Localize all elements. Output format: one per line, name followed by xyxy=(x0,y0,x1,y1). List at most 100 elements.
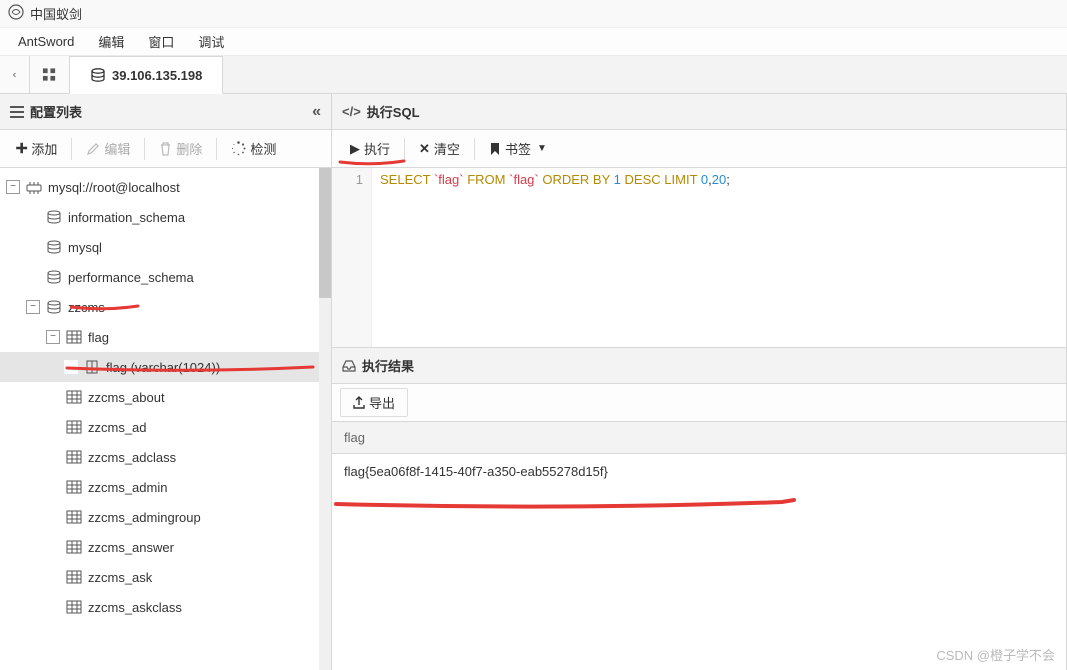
table-zzcms-adclass[interactable]: zzcms_adclass xyxy=(0,442,331,472)
right-pane: </> 执行SQL ▶ 执行 ✕ 清空 书签 ▼ 1 SELECT `flag xyxy=(332,94,1067,670)
database-icon xyxy=(90,68,106,82)
db-label: mysql xyxy=(68,240,102,255)
table-icon xyxy=(64,390,84,404)
table-zzcms-about[interactable]: zzcms_about xyxy=(0,382,331,412)
chevron-down-icon: ▼ xyxy=(537,143,547,154)
sql-header-label: 执行SQL xyxy=(367,102,420,121)
grid-icon xyxy=(42,67,57,83)
sidebar-toolbar: ➕︎ 添加 编辑 删除 检测 xyxy=(0,130,331,168)
db-label: performance_schema xyxy=(68,270,194,285)
menu-antsword[interactable]: AntSword xyxy=(8,31,84,52)
num-twenty: 20 xyxy=(712,172,726,187)
collapse-icon[interactable]: − xyxy=(46,330,60,344)
add-button[interactable]: ➕︎ 添加 xyxy=(6,135,67,162)
result-grid[interactable]: flag flag{5ea06f8f-1415-40f7-a350-eab552… xyxy=(332,422,1066,670)
home-tab[interactable] xyxy=(30,56,70,93)
result-column-header[interactable]: flag xyxy=(332,422,1066,454)
result-header-label: 执行结果 xyxy=(362,356,414,375)
plus-icon: ➕︎ xyxy=(16,140,27,157)
db-mysql[interactable]: mysql xyxy=(0,232,331,262)
menu-debug[interactable]: 调试 xyxy=(188,29,234,54)
menu-bar: AntSword 编辑 窗口 调试 xyxy=(0,28,1067,56)
table-label: zzcms_admingroup xyxy=(88,510,201,525)
delete-button[interactable]: 删除 xyxy=(149,135,212,162)
separator xyxy=(216,138,217,160)
table-icon xyxy=(64,480,84,494)
annotation-underline xyxy=(332,498,802,512)
run-button[interactable]: ▶ 执行 xyxy=(340,135,400,162)
inbox-icon xyxy=(342,360,356,372)
ident-flag-table: `flag` xyxy=(509,172,539,187)
db-label: zzcms xyxy=(68,300,105,315)
table-zzcms-answer[interactable]: zzcms_answer xyxy=(0,532,331,562)
add-label: 添加 xyxy=(31,139,57,158)
sidebar-collapse[interactable]: « xyxy=(312,103,321,121)
bookmark-icon xyxy=(489,142,501,156)
separator xyxy=(404,138,405,160)
db-performance-schema[interactable]: performance_schema xyxy=(0,262,331,292)
table-icon xyxy=(64,570,84,584)
db-information-schema[interactable]: information_schema xyxy=(0,202,331,232)
loading-icon xyxy=(231,141,246,156)
kw-from: FROM xyxy=(467,172,505,187)
table-icon xyxy=(64,420,84,434)
sidebar-header: 配置列表 « xyxy=(0,94,331,130)
kw-limit: LIMIT xyxy=(664,172,697,187)
table-zzcms-ask[interactable]: zzcms_ask xyxy=(0,562,331,592)
db-zzcms[interactable]: − zzcms xyxy=(0,292,331,322)
bookmark-label: 书签 xyxy=(505,139,531,158)
export-button[interactable]: 导出 xyxy=(340,388,408,417)
table-icon xyxy=(64,450,84,464)
sql-toolbar: ▶ 执行 ✕ 清空 书签 ▼ xyxy=(332,130,1066,168)
collapse-icon[interactable]: − xyxy=(6,180,20,194)
table-zzcms-ad[interactable]: zzcms_ad xyxy=(0,412,331,442)
menu-window[interactable]: 窗口 xyxy=(138,29,184,54)
tree-root[interactable]: − mysql://root@localhost xyxy=(0,172,331,202)
tab-nav-left[interactable] xyxy=(0,56,30,93)
sql-code[interactable]: SELECT `flag` FROM `flag` ORDER BY 1 DES… xyxy=(372,168,738,347)
separator xyxy=(71,138,72,160)
table-icon xyxy=(64,330,84,344)
sql-editor[interactable]: 1 SELECT `flag` FROM `flag` ORDER BY 1 D… xyxy=(332,168,1066,348)
connection-tab[interactable]: 39.106.135.198 xyxy=(70,56,223,94)
ident-flag: `flag` xyxy=(434,172,464,187)
sidebar: 配置列表 « ➕︎ 添加 编辑 删除 检测 xyxy=(0,94,332,670)
menu-edit[interactable]: 编辑 xyxy=(88,29,134,54)
column-label: flag (varchar(1024)) xyxy=(106,360,220,375)
table-label: zzcms_askclass xyxy=(88,600,182,615)
connection-tab-label: 39.106.135.198 xyxy=(112,68,202,83)
check-button[interactable]: 检测 xyxy=(221,135,286,162)
annotation-underline xyxy=(338,159,406,167)
table-flag[interactable]: − flag xyxy=(0,322,331,352)
edit-button[interactable]: 编辑 xyxy=(76,135,140,162)
database-icon xyxy=(44,240,64,254)
tree-root-label: mysql://root@localhost xyxy=(48,180,180,195)
separator xyxy=(474,138,475,160)
collapse-icon[interactable]: − xyxy=(26,300,40,314)
export-label: 导出 xyxy=(369,393,395,412)
run-label: 执行 xyxy=(364,139,390,158)
bookmark-button[interactable]: 书签 ▼ xyxy=(479,135,557,162)
tree-scrollbar-thumb[interactable] xyxy=(319,168,331,298)
table-label: zzcms_admin xyxy=(88,480,167,495)
separator xyxy=(144,138,145,160)
kw-desc: DESC xyxy=(625,172,661,187)
column-flag[interactable]: flag (varchar(1024)) xyxy=(0,352,331,382)
code-icon: </> xyxy=(342,104,361,119)
clear-button[interactable]: ✕ 清空 xyxy=(409,135,470,162)
db-tree[interactable]: − mysql://root@localhost information_sch… xyxy=(0,168,331,670)
sidebar-title: 配置列表 xyxy=(30,102,82,121)
table-label: flag xyxy=(88,330,109,345)
upload-icon xyxy=(353,396,365,409)
table-icon xyxy=(64,540,84,554)
result-cell[interactable]: flag{5ea06f8f-1415-40f7-a350-eab55278d15… xyxy=(332,454,1066,489)
table-zzcms-admingroup[interactable]: zzcms_admingroup xyxy=(0,502,331,532)
db-label: information_schema xyxy=(68,210,185,225)
tab-bar: 39.106.135.198 xyxy=(0,56,1067,94)
clear-label: 清空 xyxy=(434,139,460,158)
kw-orderby: ORDER BY xyxy=(542,172,610,187)
play-icon: ▶ xyxy=(350,141,360,157)
num-one: 1 xyxy=(614,172,621,187)
table-zzcms-askclass[interactable]: zzcms_askclass xyxy=(0,592,331,622)
table-zzcms-admin[interactable]: zzcms_admin xyxy=(0,472,331,502)
